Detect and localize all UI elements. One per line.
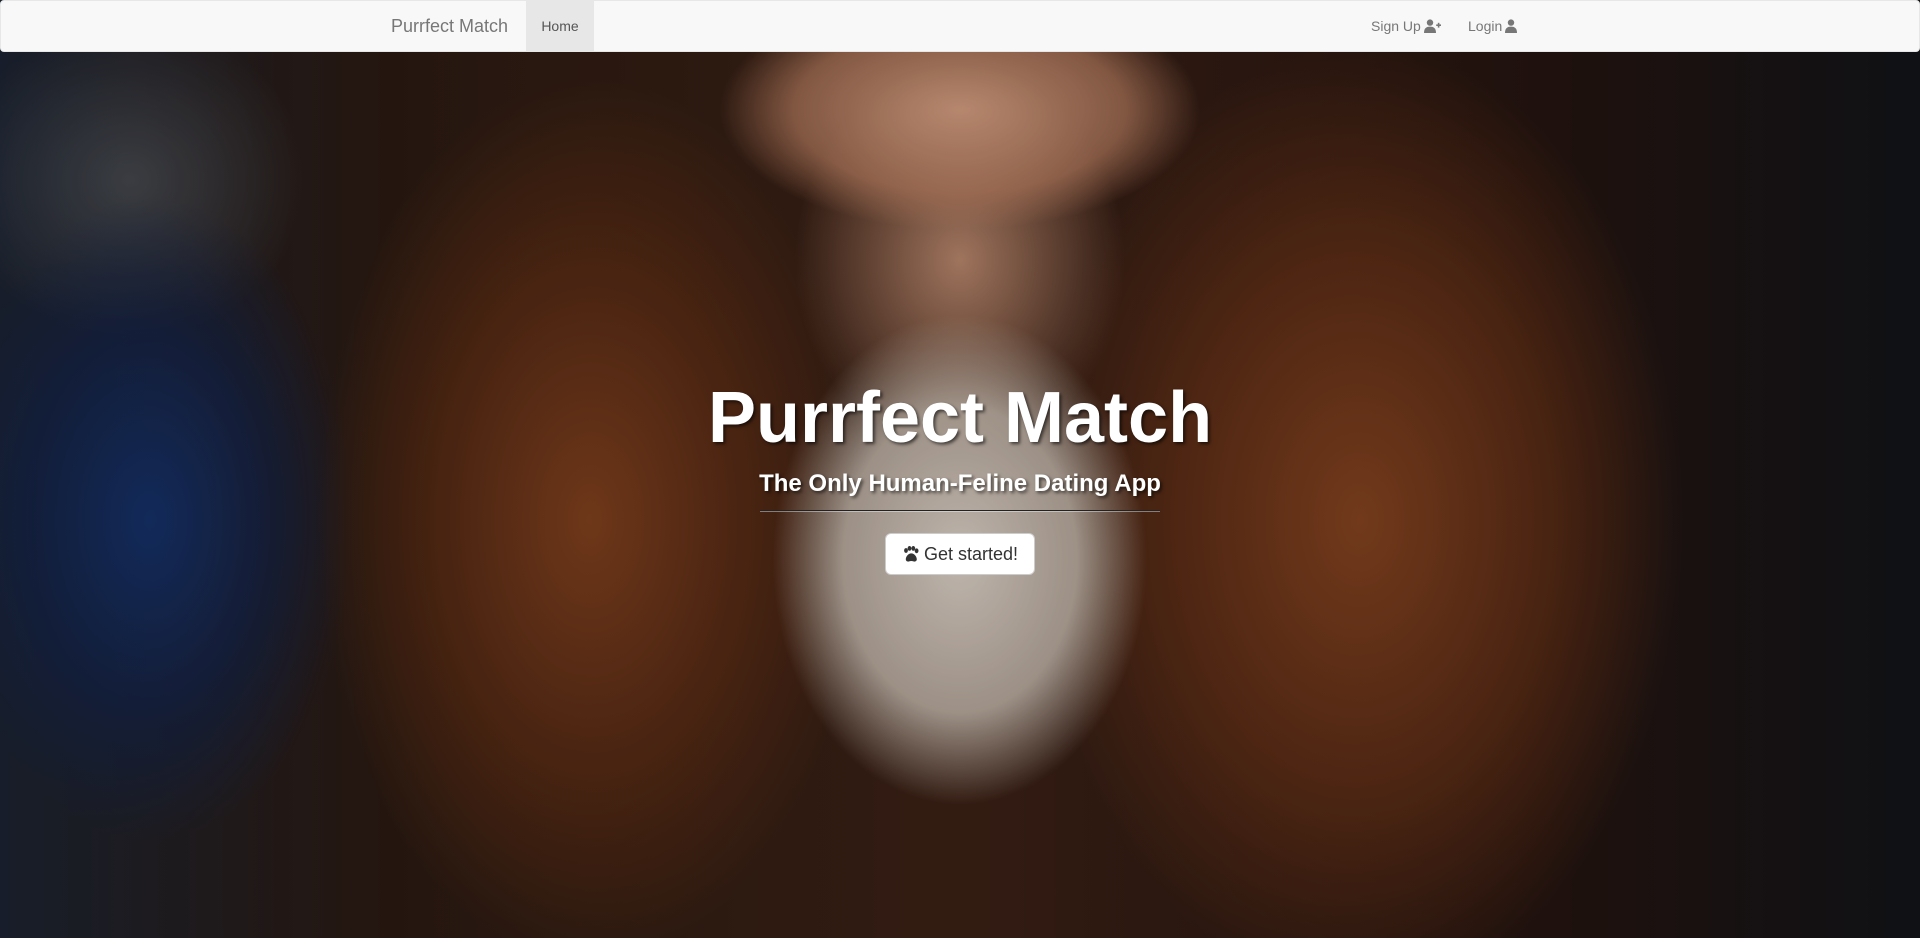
get-started-label: Get started! — [923, 543, 1019, 564]
user-plus-icon — [1423, 19, 1441, 33]
top-navbar: Purrfect Match Home Sign Up Login — [0, 0, 1920, 52]
hero-subtitle: The Only Human-Feline Dating App — [759, 470, 1161, 497]
paw-icon — [904, 545, 919, 562]
signup-label: Sign Up — [1371, 18, 1421, 34]
brand-link[interactable]: Purrfect Match — [391, 1, 508, 51]
nav-item-signup[interactable]: Sign Up — [1371, 1, 1441, 51]
user-icon — [1505, 19, 1518, 33]
hero-divider — [760, 510, 1160, 511]
page: Purrfect Match Home Sign Up Login Purrfe… — [0, 0, 1920, 938]
hero-title: Purrfect Match — [707, 378, 1213, 458]
get-started-button[interactable]: Get started! — [884, 533, 1036, 575]
login-label: Login — [1468, 18, 1503, 34]
nav-item-home[interactable]: Home — [526, 1, 594, 51]
hero-section: Purrfect Match The Only Human-Feline Dat… — [0, 370, 1920, 575]
nav-item-login[interactable]: Login — [1468, 1, 1518, 51]
